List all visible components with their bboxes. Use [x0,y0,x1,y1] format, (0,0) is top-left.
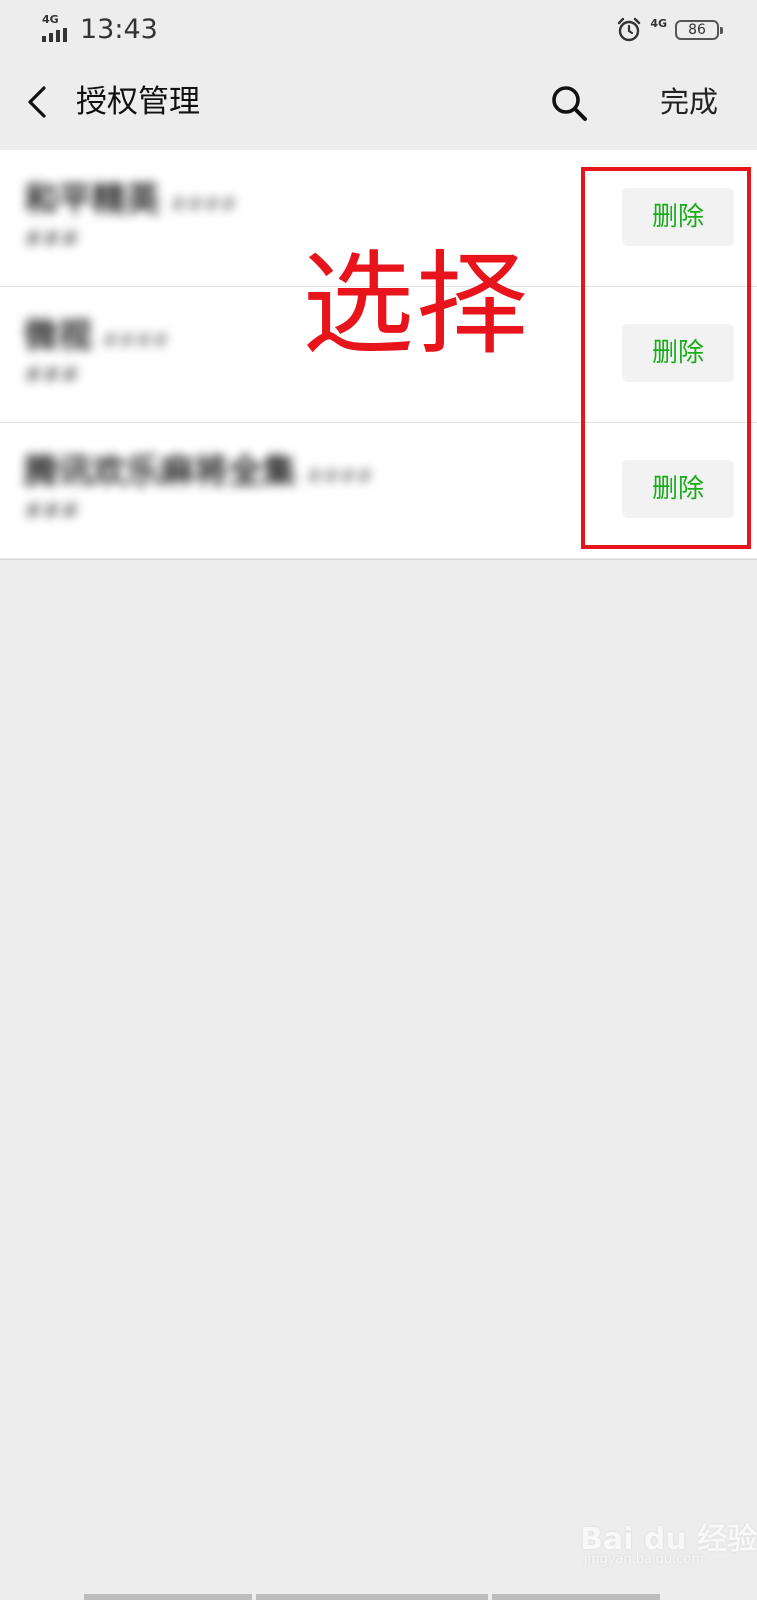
page-title: 授权管理 [76,84,200,120]
done-button[interactable]: 完成 [660,82,718,122]
signal-icon: 4G [42,14,74,42]
annotation-highlight-box [581,167,751,549]
watermark-sub: jingyan.baidu.com [584,1552,704,1567]
back-button[interactable] [20,80,60,124]
annotation-label: 选择 [302,240,530,370]
watermark-logo: Bai du 经验 jingyan.baidu.com [580,1506,757,1576]
alarm-icon [616,17,642,43]
nav-bar: 授权管理 完成 [0,60,757,148]
list-divider [0,559,757,560]
app-name: 腾讯欢乐麻将全集 #### [24,452,374,492]
battery-icon: 86 [675,20,723,40]
status-time: 13:43 [80,14,158,45]
status-bar: 4G 13:43 4G 86 [0,0,757,60]
network-type: 4G [42,13,59,26]
app-permission: ### [24,227,80,252]
status-right: 4G 86 [616,16,723,44]
app-name: 和平精英 #### [24,180,238,220]
back-icon [28,86,46,118]
search-button[interactable] [548,82,592,126]
app-permission: ### [24,363,80,388]
bottom-indicator [84,1594,660,1600]
search-icon [552,86,587,121]
app-permission: ### [24,499,80,524]
screen: 4G 13:43 4G 86 授权管理 完成 和平精英 #### ### 删除 … [0,0,757,1600]
network-type-right: 4G [650,17,667,30]
app-name: 微视 #### [24,316,170,356]
